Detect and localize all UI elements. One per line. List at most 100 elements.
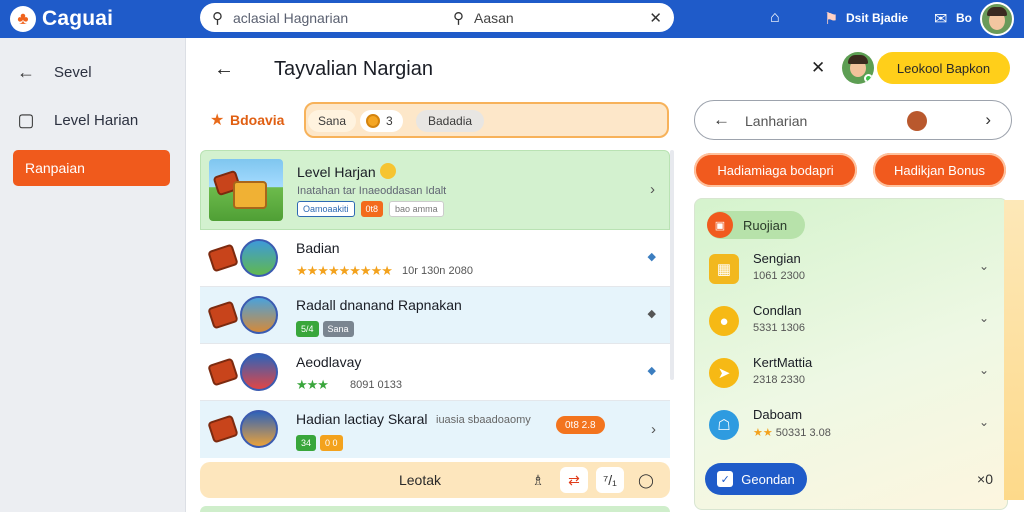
ticket-icon	[207, 300, 239, 330]
game-list: Level Harjan Inatahan tar Inaeoddasan Id…	[200, 150, 670, 458]
treasure-art-icon	[209, 159, 283, 221]
reward-item[interactable]: ▦ Sengian 1061 2300 ⌄	[707, 249, 997, 289]
game-thumbnail	[207, 410, 282, 450]
tag: Sana	[322, 321, 354, 337]
filter-chip-sana[interactable]: Sana	[308, 110, 357, 132]
sidebar-item-level-harian[interactable]: ▢ Level Harian	[14, 105, 138, 135]
chevron-icon[interactable]: ◆	[648, 364, 656, 377]
reward-count: ×0	[977, 471, 993, 487]
chevron-down-icon[interactable]: ⌄	[979, 415, 989, 429]
list-item[interactable]: Radall dnanand Rapnakan 5/4 Sana ◆	[200, 287, 670, 344]
panel-search[interactable]: ← Lanharian ›	[694, 100, 1012, 140]
notification-icon[interactable]: ✉	[934, 9, 947, 29]
clear-search-icon[interactable]: ✕	[649, 9, 662, 27]
list-item[interactable]: Level Harjan Inatahan tar Inaeoddasan Id…	[200, 150, 670, 230]
ticket-icon	[207, 243, 239, 273]
swap-icon[interactable]: ⇄	[560, 467, 588, 493]
bonus-button[interactable]: Hadikjan Bonus	[873, 153, 1006, 187]
reward-title: Condlan	[753, 303, 802, 318]
tag: bao amma	[389, 201, 444, 217]
bishop-icon[interactable]: ♗	[524, 467, 552, 493]
reward-sub: 2318 2330	[753, 374, 805, 386]
avatar-hair	[848, 55, 868, 64]
row-title: Aeodlavay	[296, 354, 362, 370]
rating-stars: ★★★★★★★★★	[296, 263, 393, 278]
user-label[interactable]: Dsit Bjadie	[846, 11, 908, 25]
search-icon-secondary: ⚲	[453, 9, 464, 27]
row-title: Level Harjan	[297, 163, 396, 180]
reward-sub: ★★ 50331 3.08	[753, 427, 831, 439]
search-hint-right: Aasan	[474, 9, 514, 26]
daily-button[interactable]: Hadiamiaga bodapri	[694, 153, 857, 187]
chevron-right-icon[interactable]: ›	[650, 181, 655, 198]
filter-chip-badadia[interactable]: Badadia	[416, 110, 485, 132]
circle-icon[interactable]: ◯	[632, 467, 660, 493]
row-subtitle: Inatahan tar Inaeoddasan Idalt	[297, 185, 447, 197]
back-arrow-icon[interactable]: ←	[214, 58, 234, 81]
chevron-down-icon[interactable]: ⌄	[979, 311, 989, 325]
sidebar-item-sevel[interactable]: ← Sevel	[14, 57, 92, 87]
row-title: Badian	[296, 240, 340, 256]
mascot-icon	[907, 111, 927, 131]
confirm-button[interactable]: ✓ Geondan	[705, 463, 807, 495]
card-header: ▣ Ruojian	[707, 211, 805, 239]
chevron-down-icon[interactable]: ⌄	[979, 259, 989, 273]
list-item[interactable]: Hadian lactiay Skaral iuasia sbaadoaomy …	[200, 401, 670, 458]
reward-sub: 5331 1306	[753, 322, 805, 334]
list-item[interactable]: Aeodlavay ★★★ 8091 0133 ◆	[200, 344, 670, 401]
reward-title: Sengian	[753, 251, 801, 266]
reward-item[interactable]: ☖ Daboam ★★ 50331 3.08 ⌄	[707, 405, 997, 445]
filter-chip-coins[interactable]: 3	[360, 110, 403, 132]
reward-title: Daboam	[753, 407, 803, 422]
chevron-down-icon[interactable]: ⌄	[979, 363, 989, 377]
top-bar: ♣ Caguai ⚲ aclasial Hagnarian ⚲ Aasan ✕ …	[0, 0, 1024, 38]
chevron-right-icon[interactable]: ›	[651, 421, 656, 438]
search-bar[interactable]: ⚲ aclasial Hagnarian ⚲ Aasan ✕	[200, 3, 674, 32]
sidebar-item-label: Level Harian	[54, 111, 139, 129]
game-badge-icon	[240, 296, 278, 334]
app-name: Caguai	[42, 7, 114, 30]
list-item-peek	[200, 506, 670, 512]
filter-bar: Sana 3 Badadia	[304, 102, 669, 138]
sidebar-item-label: Sevel	[54, 63, 92, 81]
primary-action-button[interactable]: Leokool Bapkon	[877, 52, 1010, 84]
ratio-icon[interactable]: ⁷/₁	[596, 467, 624, 493]
reward-item[interactable]: ➤ KertMattia 2318 2330 ⌄	[707, 353, 997, 393]
panel-search-label: Lanharian	[745, 113, 808, 129]
chest-icon: ▦	[709, 254, 739, 284]
chest-icon	[233, 181, 267, 209]
chevron-icon[interactable]: ◆	[648, 250, 656, 263]
bookmark-icon[interactable]: ⚑	[824, 9, 838, 29]
tag: 0t8	[360, 201, 384, 217]
tag: 5/4	[296, 321, 319, 337]
notification-label[interactable]: Bo	[956, 11, 972, 25]
game-badge-icon	[240, 410, 278, 448]
medal-icon	[379, 163, 396, 179]
card-header-label: Ruojian	[743, 217, 788, 233]
user-avatar[interactable]	[980, 2, 1014, 36]
chevron-icon[interactable]: ◆	[648, 307, 656, 320]
row-tags: 34 0 0	[296, 435, 343, 451]
rating-stars-icon: ★★	[753, 427, 773, 439]
list-item[interactable]: Badian ★★★★★★★★★ 10r 130n 2080 ◆	[200, 230, 670, 287]
row-tags: Oamoaakiti 0t8 bao amma	[297, 201, 444, 217]
profile-avatar[interactable]	[842, 52, 874, 84]
game-thumbnail	[207, 353, 282, 393]
sidebar-item-active[interactable]: Ranpaian	[13, 150, 170, 186]
filter-label: Bdoavia	[230, 112, 285, 128]
tag: 0 0	[320, 435, 343, 451]
chevron-right-icon[interactable]: ›	[985, 110, 991, 130]
ticket-icon	[207, 414, 239, 444]
rating-stars: ★★★	[296, 377, 329, 392]
gift-icon: ▣	[707, 212, 733, 238]
arrow-left-icon[interactable]: ←	[713, 110, 730, 130]
app-brand[interactable]: ♣ Caguai	[10, 4, 113, 34]
close-icon[interactable]: ✕	[811, 58, 825, 78]
main-panel: ← Tayvalian Nargian ✕ Leokool Bapkon ★ B…	[186, 38, 1024, 512]
row-title: Radall dnanand Rapnakan	[296, 297, 462, 313]
home-icon[interactable]: ⌂	[770, 9, 780, 27]
avatar-hair	[987, 7, 1007, 16]
list-scrollbar[interactable]	[670, 150, 674, 380]
reward-item[interactable]: ● Condlan 5331 1306 ⌄	[707, 301, 997, 341]
online-status-dot	[864, 74, 873, 83]
